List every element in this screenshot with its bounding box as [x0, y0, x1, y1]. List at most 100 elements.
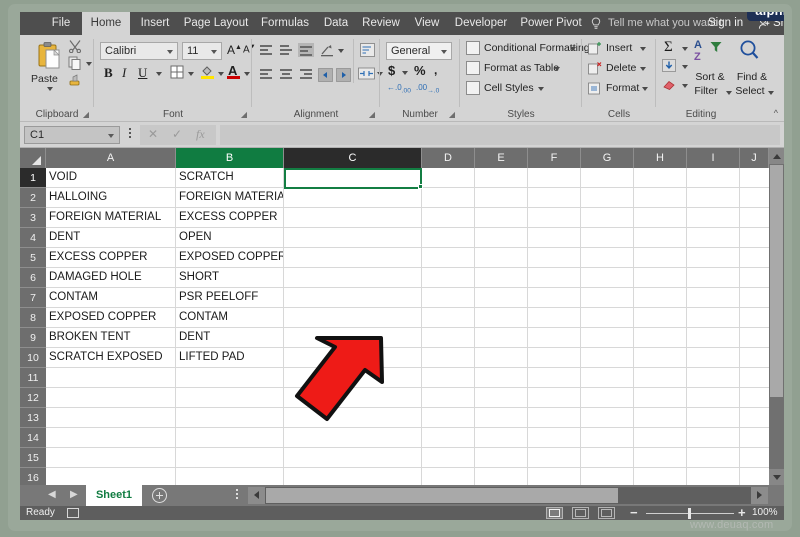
comma-style-icon[interactable]: ,	[434, 63, 437, 77]
page-layout-view-button[interactable]	[572, 507, 589, 519]
insert-dropdown-caret[interactable]	[640, 47, 646, 51]
cell-G12[interactable]	[581, 388, 634, 408]
font-size-combo[interactable]: 11	[182, 42, 222, 60]
format-cells-icon[interactable]	[588, 81, 602, 95]
add-sheet-icon[interactable]	[152, 488, 167, 503]
tab-review[interactable]: Review	[358, 12, 404, 35]
insert-cells-button[interactable]: Insert	[606, 42, 632, 54]
row-header-4[interactable]: 4	[20, 228, 46, 248]
cell-A9[interactable]: BROKEN TENT	[46, 328, 176, 348]
cell-E5[interactable]	[475, 248, 528, 268]
scroll-right-arrow-icon[interactable]	[751, 487, 768, 504]
delete-dropdown-caret[interactable]	[640, 67, 646, 71]
cell-C15[interactable]	[284, 448, 422, 468]
underline-dropdown-caret[interactable]	[156, 72, 162, 76]
column-header-i[interactable]: I	[687, 148, 740, 168]
cell-G15[interactable]	[581, 448, 634, 468]
cell-F16[interactable]	[528, 468, 581, 485]
cell-B1[interactable]: SCRATCH	[176, 168, 284, 188]
name-box[interactable]: C1	[24, 126, 120, 144]
cell-H15[interactable]	[634, 448, 687, 468]
cell-F13[interactable]	[528, 408, 581, 428]
insert-function-fx-icon[interactable]: fx	[196, 127, 205, 142]
cell-B12[interactable]	[176, 388, 284, 408]
sort-filter-label-line2[interactable]: Filter	[686, 85, 726, 97]
grow-font-icon[interactable]: A▲	[227, 43, 242, 57]
cell-G1[interactable]	[581, 168, 634, 188]
row-header-14[interactable]: 14	[20, 428, 46, 448]
cell-E6[interactable]	[475, 268, 528, 288]
column-header-f[interactable]: F	[528, 148, 581, 168]
bold-button[interactable]: B	[104, 65, 113, 81]
cell-H3[interactable]	[634, 208, 687, 228]
cell-H12[interactable]	[634, 388, 687, 408]
cell-D7[interactable]	[422, 288, 475, 308]
cell-H7[interactable]	[634, 288, 687, 308]
row-header-12[interactable]: 12	[20, 388, 46, 408]
cell-H11[interactable]	[634, 368, 687, 388]
cell-C6[interactable]	[284, 268, 422, 288]
conditional-formatting-icon[interactable]	[466, 41, 480, 55]
cell-D13[interactable]	[422, 408, 475, 428]
cell-E3[interactable]	[475, 208, 528, 228]
cell-D5[interactable]	[422, 248, 475, 268]
column-header-a[interactable]: A	[46, 148, 176, 168]
confirm-check-icon[interactable]: ✓	[172, 127, 182, 141]
cell-B11[interactable]	[176, 368, 284, 388]
cell-B7[interactable]: PSR PEELOFF	[176, 288, 284, 308]
cell-C7[interactable]	[284, 288, 422, 308]
column-header-e[interactable]: E	[475, 148, 528, 168]
cell-D9[interactable]	[422, 328, 475, 348]
cell-styles-caret[interactable]	[538, 87, 544, 91]
cell-I7[interactable]	[687, 288, 740, 308]
magnifier-icon[interactable]	[738, 39, 760, 63]
cell-I13[interactable]	[687, 408, 740, 428]
cell-H1[interactable]	[634, 168, 687, 188]
row-header-9[interactable]: 9	[20, 328, 46, 348]
cell-H5[interactable]	[634, 248, 687, 268]
cell-I3[interactable]	[687, 208, 740, 228]
merge-and-center-icon[interactable]	[358, 66, 375, 81]
column-header-g[interactable]: G	[581, 148, 634, 168]
fill-color-dropdown-caret[interactable]	[218, 72, 224, 76]
tab-insert[interactable]: Insert	[134, 12, 176, 35]
cell-E9[interactable]	[475, 328, 528, 348]
align-bottom-icon[interactable]	[298, 43, 314, 57]
row-header-3[interactable]: 3	[20, 208, 46, 228]
zoom-in-button[interactable]: +	[738, 506, 746, 520]
cell-I15[interactable]	[687, 448, 740, 468]
cell-A8[interactable]: EXPOSED COPPER	[46, 308, 176, 328]
paste-clipboard-icon[interactable]	[36, 41, 62, 71]
underline-button[interactable]: U	[138, 65, 147, 81]
vertical-scroll-thumb[interactable]	[770, 165, 783, 397]
select-all-corner[interactable]	[20, 148, 46, 168]
cell-B2[interactable]: FOREIGN MATERIAL	[176, 188, 284, 208]
row-header-2[interactable]: 2	[20, 188, 46, 208]
cell-B8[interactable]: CONTAM	[176, 308, 284, 328]
cell-I2[interactable]	[687, 188, 740, 208]
font-family-combo[interactable]: Calibri	[100, 42, 178, 60]
cell-A3[interactable]: FOREIGN MATERIAL	[46, 208, 176, 228]
scroll-up-arrow-icon[interactable]	[769, 148, 784, 164]
increase-decimal-icon[interactable]: ←.0.00	[387, 83, 411, 95]
cell-F8[interactable]	[528, 308, 581, 328]
cell-F4[interactable]	[528, 228, 581, 248]
cell-F14[interactable]	[528, 428, 581, 448]
borders-dropdown-caret[interactable]	[188, 72, 194, 76]
delete-cells-button[interactable]: Delete	[606, 62, 636, 74]
cell-I11[interactable]	[687, 368, 740, 388]
cell-H9[interactable]	[634, 328, 687, 348]
italic-button[interactable]: I	[122, 65, 126, 81]
column-header-d[interactable]: D	[422, 148, 475, 168]
cell-C8[interactable]	[284, 308, 422, 328]
align-left-icon[interactable]	[258, 68, 274, 82]
scroll-left-arrow-icon[interactable]	[248, 487, 265, 504]
cell-E7[interactable]	[475, 288, 528, 308]
cell-A7[interactable]: CONTAM	[46, 288, 176, 308]
cell-E14[interactable]	[475, 428, 528, 448]
scroll-down-arrow-icon[interactable]	[769, 469, 784, 485]
format-dropdown-caret[interactable]	[642, 87, 648, 91]
cell-D2[interactable]	[422, 188, 475, 208]
cell-I12[interactable]	[687, 388, 740, 408]
cell-D12[interactable]	[422, 388, 475, 408]
